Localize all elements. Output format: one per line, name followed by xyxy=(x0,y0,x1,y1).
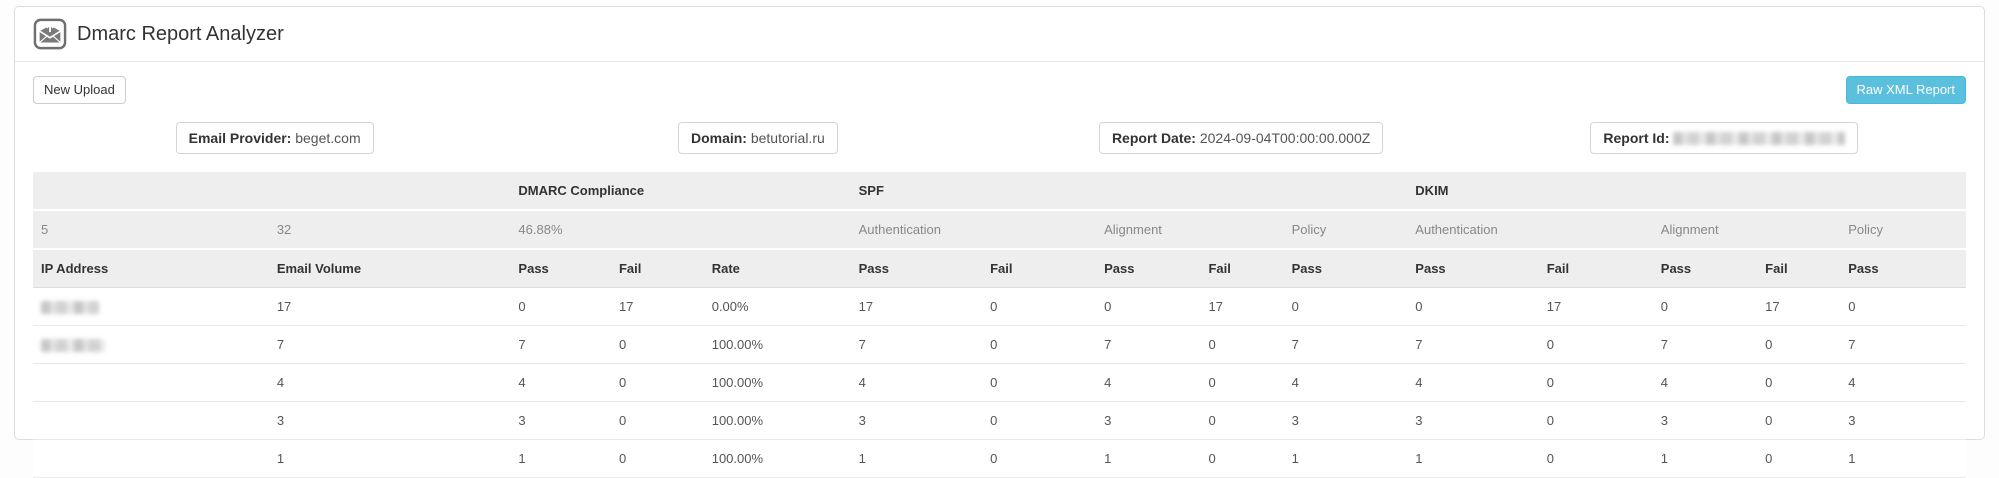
col-email-volume: Email Volume xyxy=(269,249,511,288)
report-id-box: Report Id: xyxy=(1590,122,1858,154)
report-id-redacted-value xyxy=(1673,132,1845,145)
col-dkim-align-fail: Fail xyxy=(1757,249,1840,288)
toolbar: New Upload Raw XML Report xyxy=(33,76,1966,104)
column-header-row: IP Address Email Volume Pass Fail Rate P… xyxy=(33,249,1966,288)
report-date-value: 2024-09-04T00:00:00.000Z xyxy=(1200,130,1370,146)
dkim-alignment-label: Alignment xyxy=(1653,210,1840,249)
email-provider-value: beget.com xyxy=(295,130,360,146)
col-dkim-policy-pass: Pass xyxy=(1840,249,1966,288)
col-rate: Rate xyxy=(704,249,851,288)
dmarc-report-panel: Dmarc Report Analyzer New Upload Raw XML… xyxy=(14,6,1985,440)
spf-policy-label: Policy xyxy=(1284,210,1408,249)
table-row: 17 0 17 0.00% 17 0 0 17 0 0 17 0 17 0 xyxy=(33,287,1966,325)
spf-authentication-label: Authentication xyxy=(851,210,1096,249)
panel-header: Dmarc Report Analyzer xyxy=(15,7,1984,62)
col-spf-align-pass: Pass xyxy=(1096,249,1200,288)
group-dmarc-compliance: DMARC Compliance xyxy=(510,172,850,210)
mail-shield-icon xyxy=(33,18,67,50)
col-spf-auth-pass: Pass xyxy=(851,249,982,288)
redacted-ip xyxy=(41,301,99,314)
email-provider-label: Email Provider: xyxy=(189,130,292,146)
dkim-authentication-label: Authentication xyxy=(1407,210,1652,249)
table-row: 4 4 0 100.00% 4 0 4 0 4 4 0 4 0 4 xyxy=(33,363,1966,401)
raw-xml-report-button[interactable]: Raw XML Report xyxy=(1846,76,1967,104)
compliance-rate: 46.88% xyxy=(510,210,850,249)
report-date-box: Report Date: 2024-09-04T00:00:00.000Z xyxy=(1099,122,1383,154)
email-total: 32 xyxy=(269,210,511,249)
group-spf: SPF xyxy=(851,172,1408,210)
col-dmarc-fail: Fail xyxy=(611,249,704,288)
ip-cell xyxy=(33,401,269,439)
col-dkim-align-pass: Pass xyxy=(1653,249,1757,288)
report-meta-row: Email Provider: beget.com Domain: betuto… xyxy=(33,122,1966,154)
ip-cell xyxy=(33,439,269,477)
col-dkim-auth-pass: Pass xyxy=(1407,249,1538,288)
group-dkim: DKIM xyxy=(1407,172,1966,210)
col-spf-policy-pass: Pass xyxy=(1284,249,1408,288)
report-id-label: Report Id: xyxy=(1603,130,1669,146)
panel-body: New Upload Raw XML Report Email Provider… xyxy=(15,62,1984,478)
email-provider-box: Email Provider: beget.com xyxy=(176,122,374,154)
table-row: 3 3 0 100.00% 3 0 3 0 3 3 0 3 0 3 xyxy=(33,401,1966,439)
summary-row: 5 32 46.88% Authentication Alignment Pol… xyxy=(33,210,1966,249)
ip-cell xyxy=(33,325,269,363)
domain-box: Domain: betutorial.ru xyxy=(678,122,838,154)
ip-cell xyxy=(33,287,269,325)
table-row: 7 7 0 100.00% 7 0 7 0 7 7 0 7 0 7 xyxy=(33,325,1966,363)
col-spf-auth-fail: Fail xyxy=(982,249,1096,288)
dmarc-report-table: DMARC Compliance SPF DKIM 5 32 46.88% Au… xyxy=(33,172,1966,478)
spf-alignment-label: Alignment xyxy=(1096,210,1283,249)
report-date-label: Report Date: xyxy=(1112,130,1196,146)
col-spf-align-fail: Fail xyxy=(1200,249,1283,288)
dkim-policy-label: Policy xyxy=(1840,210,1966,249)
new-upload-button[interactable]: New Upload xyxy=(33,76,126,104)
col-ip-address: IP Address xyxy=(33,249,269,288)
col-dkim-auth-fail: Fail xyxy=(1539,249,1653,288)
domain-label: Domain: xyxy=(691,130,747,146)
ip-count: 5 xyxy=(33,210,269,249)
table-row: 1 1 0 100.00% 1 0 1 0 1 1 0 1 0 1 xyxy=(33,439,1966,477)
domain-value: betutorial.ru xyxy=(751,130,825,146)
col-dmarc-pass: Pass xyxy=(510,249,611,288)
page-title: Dmarc Report Analyzer xyxy=(77,23,284,46)
ip-cell xyxy=(33,363,269,401)
redacted-ip xyxy=(41,339,105,352)
group-header-row: DMARC Compliance SPF DKIM xyxy=(33,172,1966,210)
